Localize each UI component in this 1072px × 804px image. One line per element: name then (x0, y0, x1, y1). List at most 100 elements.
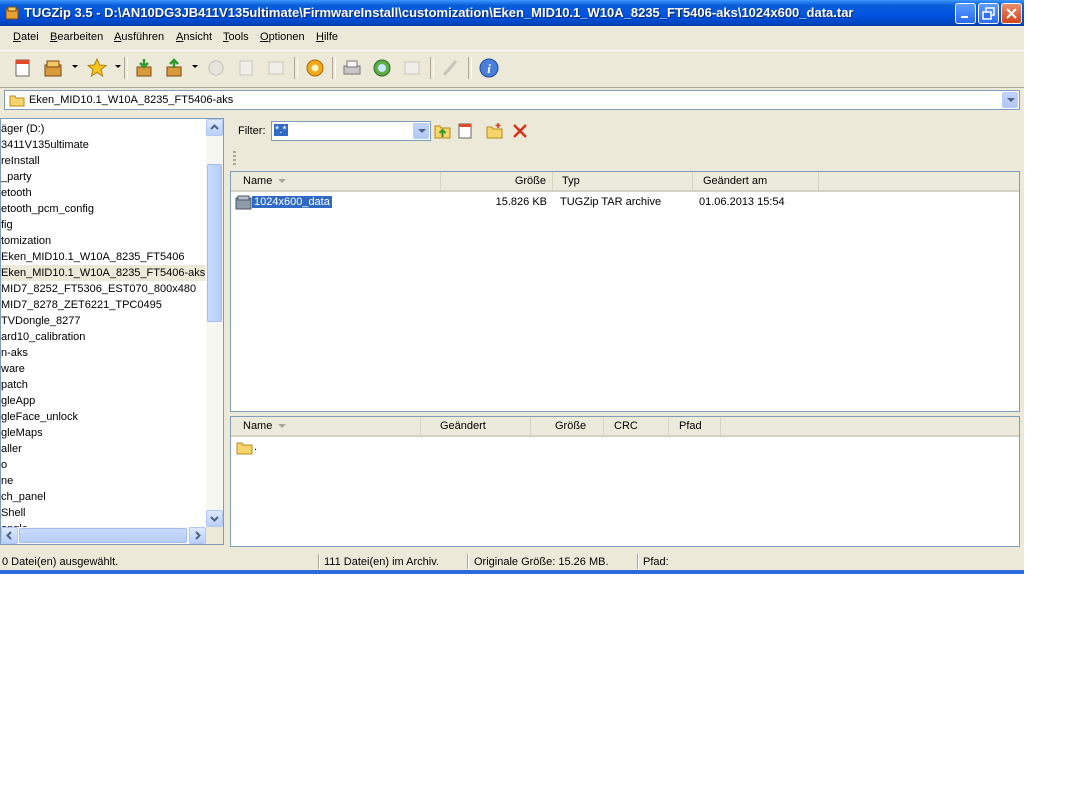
new-archive-button[interactable] (10, 55, 36, 81)
test-button[interactable] (263, 55, 289, 81)
about-icon: i (479, 58, 499, 78)
repair-button[interactable] (302, 55, 328, 81)
tree-item[interactable]: 3411V135ultimate (1, 137, 89, 153)
menu-ausfuehren[interactable]: Ausführen (114, 31, 164, 43)
properties-icon[interactable] (456, 122, 474, 140)
window-title: TUGZip 3.5 - D:\AN10DG3JB411V135ultimate… (24, 5, 854, 20)
filter-dropdown-button[interactable] (413, 123, 429, 139)
filter-combo[interactable]: *.* (271, 121, 431, 141)
status-path: Pfad: (643, 556, 669, 568)
convert-button[interactable] (399, 55, 425, 81)
favorites-dropdown-arrow[interactable] (115, 65, 121, 68)
open-dropdown-arrow[interactable] (72, 65, 78, 68)
favorites-button[interactable] (84, 55, 110, 81)
menu-bearbeiten[interactable]: Bearbeiten (50, 31, 103, 43)
wizard-icon (442, 60, 458, 76)
folder-icon (9, 95, 25, 107)
test-icon (268, 61, 284, 75)
menu-datei[interactable]: Datei (13, 31, 39, 43)
tree-item[interactable]: _party (1, 169, 32, 185)
tree-item[interactable]: gleFace_unlock (1, 409, 78, 425)
filter-label: Filter: (238, 125, 266, 137)
encrypt-button[interactable] (369, 55, 395, 81)
column-crc[interactable]: CRC (604, 417, 669, 435)
column-path[interactable]: Pfad (669, 417, 721, 435)
column-name[interactable]: Name (231, 417, 421, 435)
script-button[interactable] (339, 55, 365, 81)
tree-item[interactable]: reInstall (1, 153, 40, 169)
tree-item[interactable]: ard10_calibration (1, 329, 85, 345)
open-archive-button[interactable] (40, 55, 66, 81)
tree-item[interactable]: aller (1, 441, 22, 457)
tree-item[interactable]: MID7_8278_ZET6221_TPC0495 (1, 297, 162, 313)
add-icon (166, 58, 182, 77)
tree-item[interactable]: MID7_8252_FT5306_EST070_800x480 (1, 281, 196, 297)
toolbar-grip (233, 151, 236, 165)
tree-item[interactable]: Shell (1, 505, 25, 521)
list-item[interactable]: . (231, 439, 1019, 457)
close-button[interactable] (1001, 3, 1022, 24)
tree-vertical-scrollbar[interactable] (206, 119, 223, 527)
tree-hscroll-thumb[interactable] (19, 528, 187, 543)
open-archive-icon (44, 60, 62, 77)
extract-icon (136, 59, 152, 77)
menu-ansicht[interactable]: Ansicht (176, 31, 212, 43)
tar-archive-icon (235, 195, 252, 210)
tree-item[interactable]: tomization (1, 233, 51, 249)
table-row[interactable]: 1024x600_data 15.826 KB TUGZip TAR archi… (231, 194, 1019, 212)
tree-item[interactable]: äger (D:) (1, 121, 44, 137)
scroll-up-button[interactable] (206, 119, 223, 136)
add-dropdown-arrow[interactable] (192, 65, 198, 68)
delete-button[interactable] (203, 55, 229, 81)
tree-item[interactable]: Eken_MID10.1_W10A_8235_FT5406-aks (1, 265, 206, 281)
sort-arrow-icon (278, 179, 287, 184)
tree-item[interactable]: TVDongle_8277 (1, 313, 81, 329)
view-icon (239, 60, 253, 76)
menu-tools[interactable]: Tools (223, 31, 249, 43)
up-folder-icon[interactable] (434, 122, 452, 140)
add-button[interactable] (161, 55, 187, 81)
address-combo[interactable]: Eken_MID10.1_W10A_8235_FT5406-aks (4, 90, 1020, 110)
column-type[interactable]: Typ (553, 172, 693, 190)
tree-item[interactable]: patch (1, 377, 28, 393)
scroll-right-button[interactable] (189, 527, 206, 544)
tree-item[interactable]: Eken_MID10.1_W10A_8235_FT5406 (1, 249, 184, 265)
new-folder-icon[interactable] (486, 122, 504, 140)
repair-icon (306, 59, 324, 77)
taskbar-edge (0, 570, 1024, 574)
tree-item[interactable]: ware (1, 361, 25, 377)
column-changed[interactable]: Geändert (421, 417, 531, 435)
extract-button[interactable] (131, 55, 157, 81)
tree-item[interactable]: etooth_pcm_config (1, 201, 94, 217)
scroll-down-button[interactable] (206, 510, 223, 527)
column-modified[interactable]: Geändert am (693, 172, 819, 190)
menu-hilfe[interactable]: Hilfe (316, 31, 338, 43)
maximize-button[interactable] (978, 3, 999, 24)
scroll-left-button[interactable] (1, 527, 18, 544)
column-size[interactable]: Größe (441, 172, 553, 190)
view-button[interactable] (233, 55, 259, 81)
status-separator (467, 554, 469, 569)
delete-x-icon[interactable] (511, 122, 529, 140)
menu-bar: Datei Bearbeiten Ausführen Ansicht Tools… (0, 28, 1024, 48)
tree-item[interactable]: gleMaps (1, 425, 43, 441)
tree-item[interactable]: fig (1, 217, 13, 233)
title-bar[interactable]: TUGZip 3.5 - D:\AN10DG3JB411V135ultimate… (0, 0, 1024, 26)
tree-item[interactable]: ch_panel (1, 489, 46, 505)
column-name[interactable]: Name (231, 172, 441, 190)
encrypt-icon (373, 59, 391, 77)
minimize-button[interactable] (955, 3, 976, 24)
address-dropdown-button[interactable] (1002, 92, 1018, 108)
tree-scroll-thumb[interactable] (207, 164, 222, 322)
about-button[interactable]: i (476, 55, 502, 81)
tree-horizontal-scrollbar[interactable] (1, 527, 206, 544)
wizard-button[interactable] (438, 55, 464, 81)
tree-item[interactable]: gleApp (1, 393, 35, 409)
new-archive-icon (15, 59, 30, 77)
tree-item[interactable]: o (1, 457, 7, 473)
tree-item[interactable]: etooth (1, 185, 32, 201)
tree-item[interactable]: ne (1, 473, 13, 489)
column-size[interactable]: Größe (531, 417, 604, 435)
tree-item[interactable]: n-aks (1, 345, 28, 361)
menu-optionen[interactable]: Optionen (260, 31, 305, 43)
